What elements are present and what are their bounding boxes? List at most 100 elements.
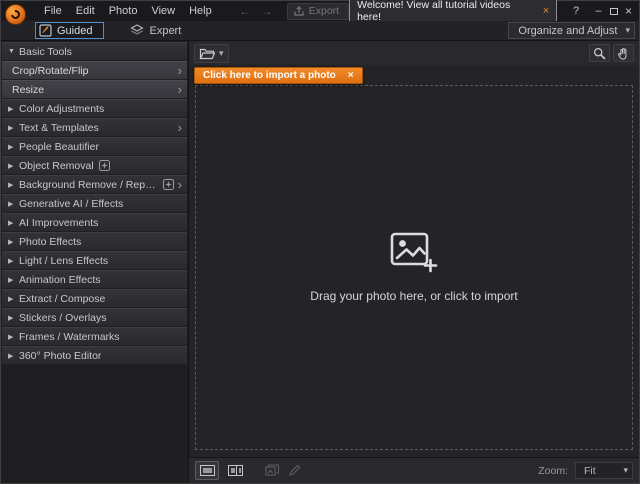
tab-expert-label: Expert: [149, 25, 181, 37]
ai-feature-icon: [163, 179, 174, 190]
zoom-controls: Zoom: Fit ▾: [538, 462, 633, 479]
titlebar: File Edit Photo View Help ← → Export Wel…: [1, 1, 639, 21]
sidebar-item-extract-compose[interactable]: ▶ Extract / Compose: [2, 289, 187, 307]
menu-photo[interactable]: Photo: [102, 2, 145, 20]
export-label: Export: [309, 5, 339, 17]
app-window: File Edit Photo View Help ← → Export Wel…: [0, 0, 640, 484]
tree-arrow-icon: ▶: [8, 200, 19, 208]
close-button[interactable]: ×: [621, 3, 636, 19]
sidebar-item-label: Resize: [12, 84, 44, 96]
sidebar-item-label: People Beautifier: [19, 141, 99, 153]
chevron-right-icon: ›: [174, 121, 182, 134]
chevron-right-icon: ›: [174, 64, 182, 77]
sidebar-item-label: AI Improvements: [19, 217, 98, 229]
tree-arrow-icon: ▶: [8, 124, 19, 132]
canvas-area: Drag your photo here, or click to import: [189, 65, 639, 457]
folder-open-icon: [199, 47, 215, 60]
import-hint-text: Click here to import a photo: [203, 70, 336, 81]
sidebar-item-photo-effects[interactable]: ▶ Photo Effects: [2, 232, 187, 250]
add-image-icon: [390, 232, 438, 274]
chevron-down-icon: ▾: [625, 25, 630, 36]
pan-tool-button[interactable]: [613, 44, 634, 62]
expert-icon: [130, 24, 144, 37]
maximize-button[interactable]: [606, 3, 621, 19]
zoom-label: Zoom:: [538, 465, 568, 477]
chevron-down-icon: ▾: [219, 48, 224, 59]
sidebar-item-label: Stickers / Overlays: [19, 312, 107, 324]
sidebar-item-ai-improvements[interactable]: ▶ AI Improvements: [2, 213, 187, 231]
app-logo-icon: [5, 4, 26, 25]
tree-arrow-icon: ▶: [8, 143, 19, 151]
images-stack-icon[interactable]: [265, 464, 280, 477]
import-hint-tooltip[interactable]: Click here to import a photo ×: [194, 67, 363, 84]
hand-icon: [617, 47, 630, 60]
history-nav: ← →: [239, 4, 273, 18]
tree-arrow-icon: ▶: [8, 333, 19, 341]
canvas-panel: ▾ Click here to import a photo ×: [189, 41, 639, 483]
help-button[interactable]: ?: [567, 5, 585, 17]
menu-view[interactable]: View: [144, 2, 182, 20]
forward-arrow-icon[interactable]: →: [261, 4, 273, 18]
sidebar-item-light-lens-effects[interactable]: ▶ Light / Lens Effects: [2, 251, 187, 269]
chevron-right-icon: ›: [174, 178, 182, 191]
zoom-tool-button[interactable]: [589, 44, 610, 62]
guided-icon: [39, 24, 52, 37]
canvas-tool-buttons: [589, 44, 634, 62]
sidebar-item-generative-ai-effects[interactable]: ▶ Generative AI / Effects: [2, 194, 187, 212]
tree-arrow-icon: ▶: [8, 276, 19, 284]
dropzone-text: Drag your photo here, or click to import: [310, 289, 517, 303]
tree-arrow-icon: ▶: [8, 295, 19, 303]
guided-tools-sidebar: ▼ Basic Tools Crop/Rotate/Flip › Resize …: [1, 41, 189, 483]
menu-edit[interactable]: Edit: [69, 2, 102, 20]
magnifier-icon: [593, 47, 606, 60]
sidebar-item-color-adjustments[interactable]: ▶ Color Adjustments: [2, 99, 187, 117]
menu-help[interactable]: Help: [182, 2, 219, 20]
sidebar-item-label: Color Adjustments: [19, 103, 104, 115]
tree-arrow-icon: ▶: [8, 257, 19, 265]
tab-guided[interactable]: Guided: [35, 22, 104, 39]
menu-file[interactable]: File: [37, 2, 69, 20]
brush-icon[interactable]: [288, 464, 301, 477]
sidebar-item-label: Text & Templates: [19, 122, 99, 134]
sidebar-item-text-templates[interactable]: ▶ Text & Templates ›: [2, 118, 187, 136]
tree-arrow-icon: ▶: [8, 314, 19, 322]
sidebar-item-object-removal[interactable]: ▶ Object Removal: [2, 156, 187, 174]
back-arrow-icon[interactable]: ←: [239, 4, 251, 18]
sidebar-item-frames-watermarks[interactable]: ▶ Frames / Watermarks: [2, 327, 187, 345]
notification-text: Welcome! View all tutorial videos here!: [357, 0, 535, 23]
sidebar-item-label: Generative AI / Effects: [19, 198, 123, 210]
import-photo-button[interactable]: ▾: [194, 44, 229, 63]
single-view-button[interactable]: [195, 461, 219, 480]
sidebar-item-label: 360° Photo Editor: [19, 350, 101, 362]
sidebar-item-360-photo-editor[interactable]: ▶ 360° Photo Editor: [2, 346, 187, 364]
sidebar-item-background-remove-replace[interactable]: ▶ Background Remove / Replace ›: [2, 175, 187, 193]
tree-arrow-icon: ▶: [8, 105, 19, 113]
minimize-button[interactable]: –: [591, 3, 606, 19]
tree-arrow-icon: ▶: [8, 238, 19, 246]
sidebar-item-label: Frames / Watermarks: [19, 331, 120, 343]
sidebar-item-stickers-overlays[interactable]: ▶ Stickers / Overlays: [2, 308, 187, 326]
zoom-level-dropdown[interactable]: Fit ▾: [575, 462, 633, 479]
notification-close-icon[interactable]: ×: [543, 5, 549, 17]
photo-dropzone[interactable]: Drag your photo here, or click to import: [195, 85, 633, 450]
sidebar-item-crop-rotate-flip[interactable]: Crop/Rotate/Flip ›: [2, 61, 187, 79]
sidebar-item-label: Photo Effects: [19, 236, 81, 248]
sidebar-item-people-beautifier[interactable]: ▶ People Beautifier: [2, 137, 187, 155]
split-view-button[interactable]: [223, 461, 247, 480]
export-button[interactable]: Export: [287, 3, 349, 20]
sidebar-item-label: Extract / Compose: [19, 293, 105, 305]
tree-arrow-icon: ▶: [8, 162, 19, 170]
organize-and-adjust-dropdown[interactable]: Organize and Adjust ▾: [508, 22, 635, 39]
single-pane-icon: [200, 465, 215, 476]
sidebar-item-animation-effects[interactable]: ▶ Animation Effects: [2, 270, 187, 288]
tab-guided-label: Guided: [57, 25, 92, 37]
tab-expert[interactable]: Expert: [124, 24, 187, 37]
canvas-toolbar: ▾: [189, 41, 639, 65]
chevron-down-icon: ▾: [623, 465, 628, 476]
tooltip-close-icon[interactable]: ×: [348, 70, 354, 81]
chevron-right-icon: ›: [174, 83, 182, 96]
sidebar-item-resize[interactable]: Resize ›: [2, 80, 187, 98]
menubar: File Edit Photo View Help: [37, 2, 219, 20]
tree-arrow-icon: ▶: [8, 352, 19, 360]
sidebar-item-basic-tools[interactable]: ▼ Basic Tools: [2, 42, 187, 60]
